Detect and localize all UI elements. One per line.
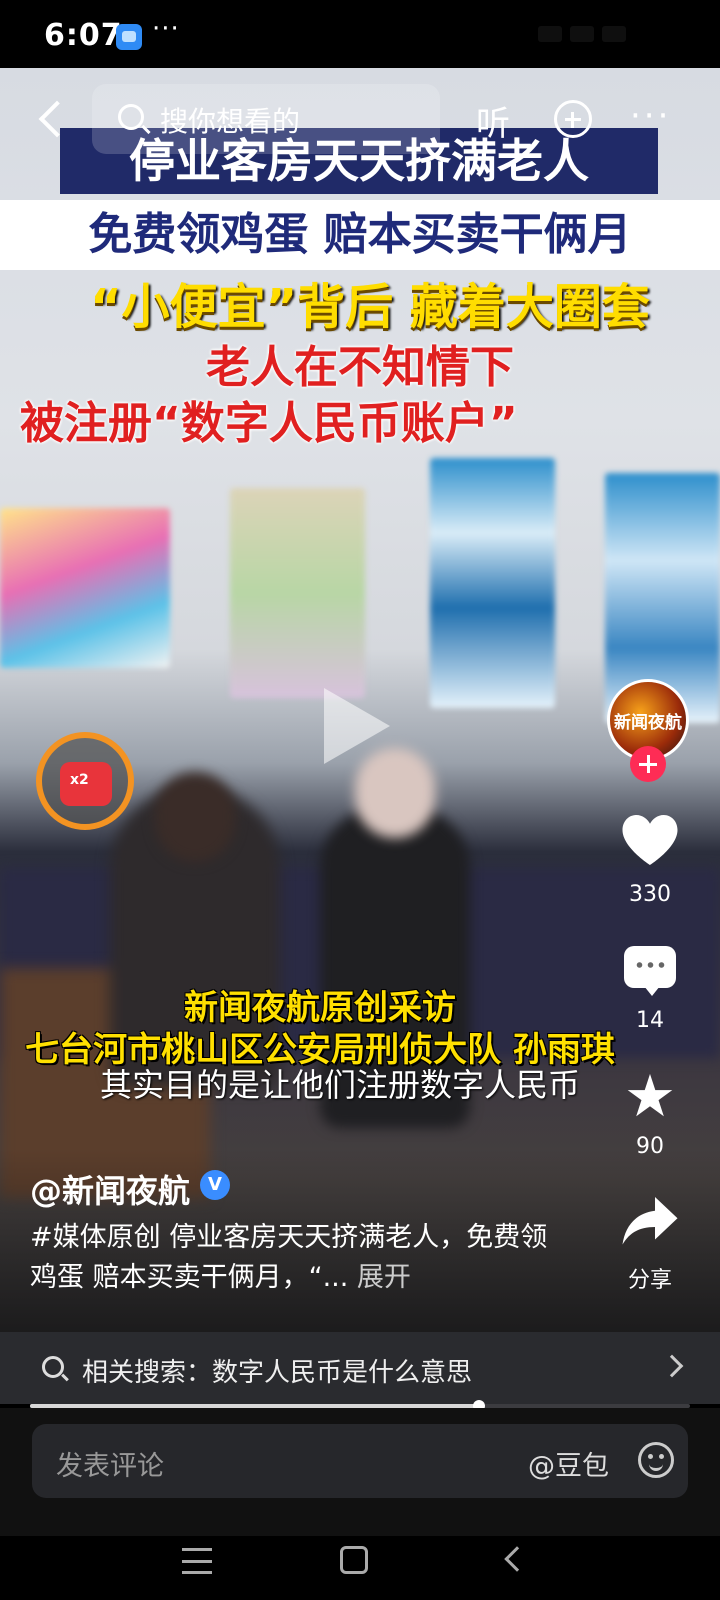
comment-count: 14: [636, 1008, 664, 1033]
heart-icon: [622, 815, 678, 865]
red-packet-button[interactable]: x2: [36, 732, 134, 830]
back-button[interactable]: [30, 96, 70, 144]
favorite-count: 90: [636, 1134, 664, 1159]
verified-badge: V: [200, 1170, 230, 1200]
comment-input[interactable]: 发表评论 @豆包: [32, 1424, 688, 1498]
share-button[interactable]: [620, 1194, 680, 1254]
search-icon: [42, 1356, 64, 1378]
play-icon[interactable]: [324, 688, 390, 764]
share-arrow-icon: [622, 1197, 678, 1245]
status-system-icons: [530, 26, 680, 46]
more-button[interactable]: ···: [630, 96, 671, 136]
listen-button[interactable]: 听: [476, 96, 510, 145]
emoji-icon[interactable]: [638, 1442, 674, 1478]
avatar-logo-text: 新闻夜航: [614, 713, 682, 733]
chevron-right-icon: [660, 1354, 684, 1378]
video-subtitle: 其实目的是让他们注册数字人民币: [100, 1066, 581, 1104]
system-nav-bar: [0, 1536, 720, 1600]
comment-placeholder: 发表评论: [56, 1451, 164, 1482]
video-headline: “小便宜”背后 藏着大圈套: [90, 279, 650, 335]
search-input[interactable]: 搜你想看的: [92, 84, 440, 154]
favorite-button[interactable]: ★: [620, 1066, 680, 1126]
back-nav-button[interactable]: [504, 1546, 530, 1572]
author-name[interactable]: @新闻夜航: [30, 1166, 190, 1212]
related-search-bar[interactable]: 相关搜索：数字人民币是什么意思: [0, 1332, 720, 1404]
recent-apps-button[interactable]: [182, 1548, 212, 1574]
background-poster: [0, 508, 170, 668]
comment-button[interactable]: [620, 942, 680, 1002]
home-button[interactable]: [340, 1546, 368, 1574]
star-icon: ★: [624, 1062, 676, 1130]
comment-area: 发表评论 @豆包: [0, 1408, 720, 1536]
status-time: 6:07: [44, 18, 123, 53]
add-button[interactable]: [554, 100, 592, 138]
red-packet-multiplier: x2: [70, 772, 89, 788]
share-label: 分享: [627, 1268, 672, 1293]
comment-dots: [634, 962, 666, 968]
background-poster: [430, 458, 555, 708]
video-headline: 免费领鸡蛋 赔本买卖干俩月: [0, 200, 720, 270]
app-notification-icon: [116, 24, 142, 50]
status-bar: 6:07 ···: [0, 0, 720, 68]
follow-button[interactable]: [630, 746, 666, 782]
video-headline: 老人在不知情下: [206, 342, 514, 393]
like-count: 330: [629, 882, 671, 907]
search-icon: [118, 104, 144, 130]
search-placeholder: 搜你想看的: [160, 105, 301, 138]
video-description[interactable]: #媒体原创 停业客房天天挤满老人，免费领鸡蛋 赔本买卖干俩月，“... 展开: [30, 1218, 570, 1298]
description-text: #媒体原创 停业客房天天挤满老人，免费领鸡蛋 赔本买卖干俩月，“...: [30, 1222, 548, 1293]
person-head: [155, 772, 235, 862]
video-headline: 被注册“数字人民币账户”: [20, 398, 518, 449]
background-poster: [230, 488, 365, 698]
related-search-text: 相关搜索：数字人民币是什么意思: [82, 1358, 473, 1388]
expand-link[interactable]: 展开: [348, 1262, 411, 1293]
status-more-icon: ···: [152, 14, 180, 44]
like-button[interactable]: [620, 812, 680, 872]
mention-button[interactable]: @豆包: [528, 1444, 609, 1483]
